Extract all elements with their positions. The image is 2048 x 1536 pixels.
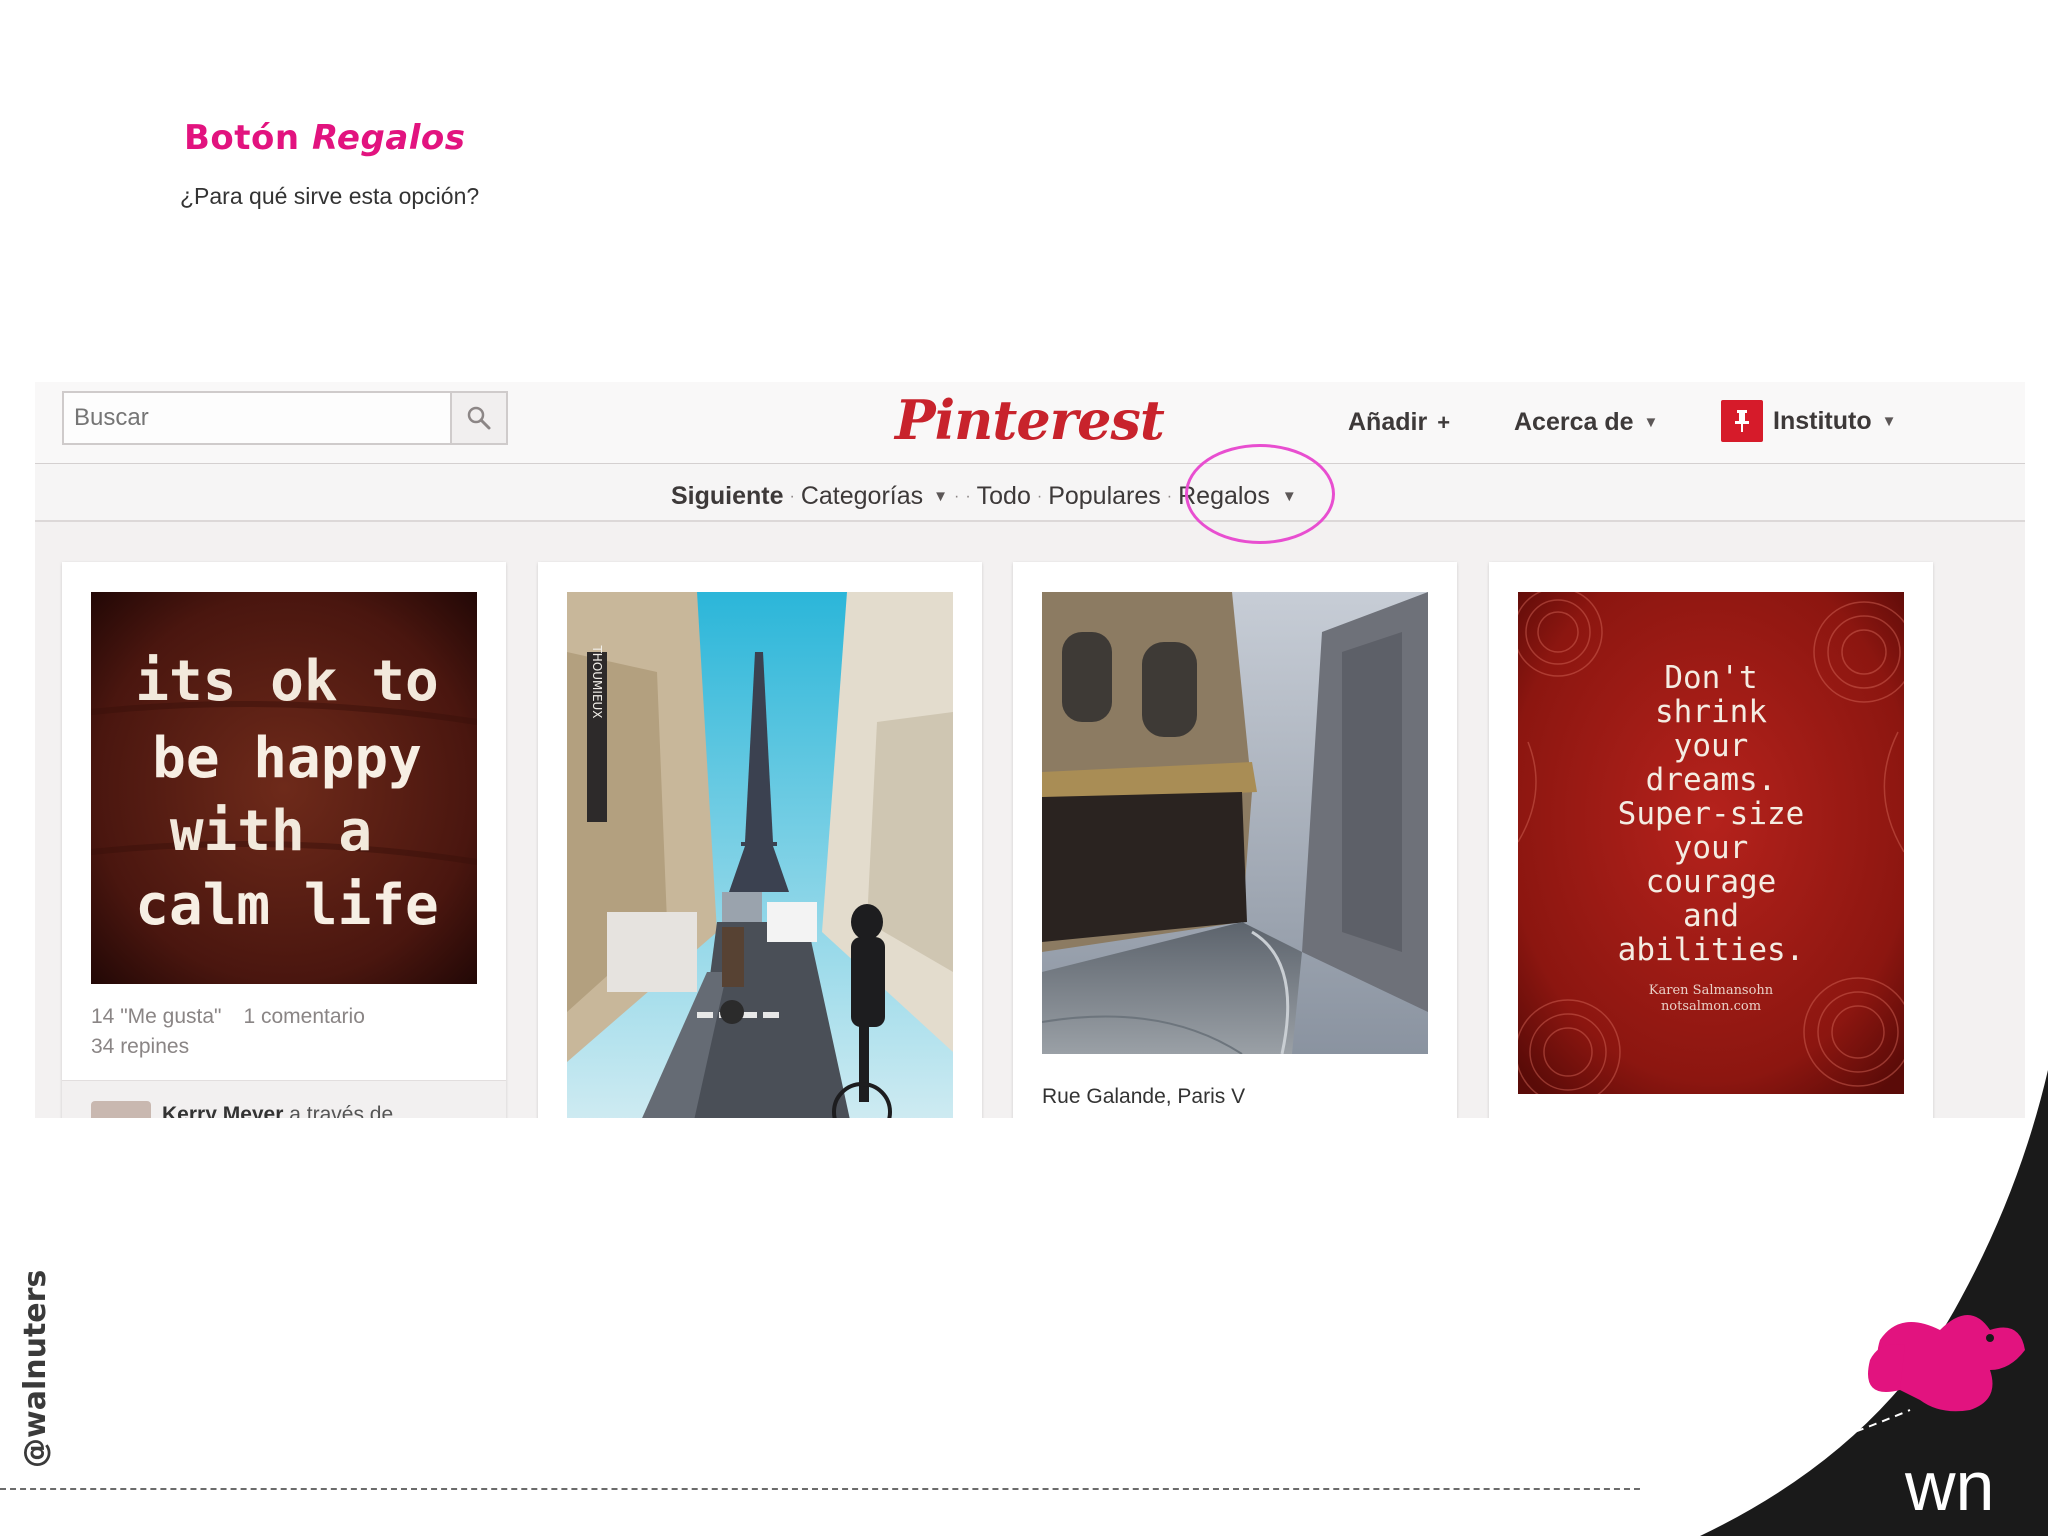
tab-following[interactable]: Siguiente — [671, 482, 784, 511]
quote-credit: notsalmon.com — [1661, 999, 1761, 1014]
attribution-via: a través de — [289, 1103, 394, 1118]
quote-line: dreams. — [1646, 762, 1777, 798]
pin-card[interactable]: its ok to be happy with a calm life 14 "… — [62, 562, 506, 1118]
plus-icon: + — [1437, 409, 1451, 435]
separator: · — [1166, 487, 1173, 505]
quote-line: and — [1683, 898, 1739, 934]
slide-title: Botón Regalos — [184, 118, 466, 158]
dashed-divider — [0, 1488, 1640, 1490]
quote-line: your — [1674, 830, 1749, 866]
quote-line: courage — [1646, 864, 1777, 900]
pin-image[interactable]: THOUMIEUX — [567, 592, 953, 1118]
search-input[interactable] — [62, 391, 452, 445]
pin-image-dreams-quote: Don't shrink your dreams. Super-size you… — [1518, 592, 1904, 1094]
about-label: Acerca de — [1514, 408, 1634, 436]
avatar — [1721, 400, 1763, 442]
pin-stats: 14 "Me gusta" 1 comentario 34 repines — [91, 1002, 365, 1062]
tab-popular[interactable]: Populares — [1048, 482, 1161, 511]
attribution-text: Kerry Meyer a través de — [162, 1103, 393, 1118]
slide-title-prefix: Botón — [184, 118, 300, 158]
sign-text: THOUMIEUX — [590, 644, 604, 718]
quote-line: your — [1674, 728, 1749, 764]
search-icon — [467, 406, 491, 430]
brand-mark-text: wn — [1904, 1447, 1994, 1525]
attribution-user[interactable]: Kerry Meyer — [162, 1103, 283, 1118]
quote-line: Don't — [1664, 660, 1757, 696]
add-button[interactable]: Añadir + — [1348, 408, 1450, 437]
comments-count[interactable]: 1 comentario — [243, 1005, 364, 1028]
pin-text-line: its ok to — [135, 649, 438, 714]
pin-caption: Rue Galande, Paris V — [1042, 1085, 1246, 1108]
slide-subtitle: ¿Para qué sirve esta opción? — [180, 183, 480, 209]
brand-mark: wn — [1904, 1447, 1994, 1525]
pin-card[interactable]: THOUMIEUX — [538, 562, 982, 1118]
user-label: Instituto — [1773, 406, 1872, 435]
slide-title-emphasis: Regalos — [311, 118, 466, 158]
pin-card[interactable]: Don't shrink your dreams. Super-size you… — [1489, 562, 1933, 1118]
quote-credit: Karen Salmansohn — [1649, 983, 1774, 998]
pin-text-line: be happy — [152, 726, 422, 791]
pin-image-rue-galande — [1042, 592, 1428, 1054]
about-menu[interactable]: Acerca de ▼ — [1514, 408, 1658, 437]
chevron-down-icon: ▼ — [933, 488, 948, 505]
quote-line: shrink — [1655, 694, 1767, 730]
pin-image-happy: its ok to be happy with a calm life — [91, 592, 477, 984]
tab-all[interactable]: Todo — [977, 482, 1031, 511]
pin-text-line: with a — [170, 799, 372, 864]
likes-count[interactable]: 14 "Me gusta" — [91, 1005, 221, 1028]
pin-attribution: Kerry Meyer a través de — [62, 1080, 506, 1118]
quote-line: Super-size — [1618, 796, 1805, 832]
pinterest-screenshot: Pinterest Añadir + Acerca de ▼ Instituto… — [35, 382, 2025, 1118]
separator: · — [954, 487, 960, 505]
twitter-handle: @walnuters — [18, 1269, 53, 1468]
user-menu[interactable]: Instituto ▼ — [1721, 400, 1896, 442]
separator: · — [789, 487, 795, 505]
pinterest-header: Pinterest Añadir + Acerca de ▼ Instituto… — [35, 382, 2025, 464]
pin-card[interactable]: Rue Galande, Paris V — [1013, 562, 1457, 1118]
pin-image[interactable] — [1042, 592, 1428, 1054]
pushpin-icon — [1735, 410, 1749, 432]
chevron-down-icon: ▼ — [1881, 412, 1897, 430]
avatar[interactable] — [91, 1101, 151, 1118]
repins-count[interactable]: 34 repines — [91, 1035, 189, 1058]
category-bar: Siguiente · Categorías ▼ · · Todo · Popu… — [35, 444, 2025, 544]
pin-image[interactable]: Don't shrink your dreams. Super-size you… — [1518, 592, 1904, 1094]
search-button[interactable] — [452, 391, 508, 445]
pin-text-line: calm life — [135, 873, 438, 938]
pin-image-paris-street: THOUMIEUX — [567, 592, 953, 1118]
quote-line: abilities. — [1618, 932, 1805, 968]
chevron-down-icon: ▼ — [1643, 414, 1659, 431]
highlight-circle — [1185, 444, 1335, 544]
separator: · — [965, 487, 971, 505]
pin-image[interactable]: its ok to be happy with a calm life — [91, 592, 477, 984]
tab-categories[interactable]: Categorías — [801, 482, 923, 511]
add-label: Añadir — [1348, 408, 1428, 436]
separator: · — [1036, 487, 1043, 505]
brand-corner: wn — [1639, 1070, 2048, 1536]
pinterest-logo[interactable]: Pinterest — [895, 388, 1165, 452]
